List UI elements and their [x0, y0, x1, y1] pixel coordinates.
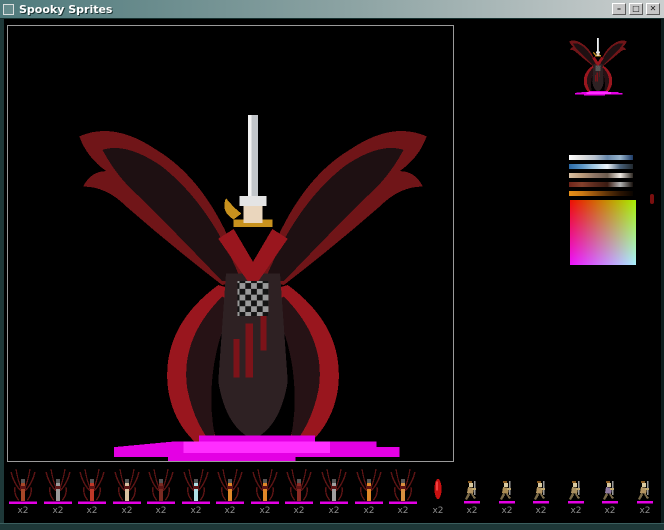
angel-mini-sprite [282, 468, 316, 506]
frame-scale-label: x2 [328, 506, 339, 518]
angel-sprite-preview [566, 34, 630, 98]
window-border-left [0, 19, 4, 530]
frame-scale-label: x2 [190, 506, 201, 518]
angel-mini-sprite [213, 468, 247, 506]
titlebar[interactable]: Spooky Sprites – □ ✕ [0, 0, 664, 19]
frame-scale-label: x2 [432, 506, 443, 518]
angel-mini-sprite [386, 468, 420, 506]
warrior-mini-sprite [530, 480, 552, 506]
frame-thumbnail-angel[interactable]: x2 [110, 466, 144, 518]
frame-thumbnail-angel[interactable]: x2 [144, 466, 178, 518]
palette-ramp-dark-reds[interactable] [569, 182, 633, 187]
angel-mini-sprite [352, 468, 386, 506]
frame-scale-label: x2 [17, 506, 28, 518]
warrior-mini-sprite [461, 480, 483, 506]
angel-mini-sprite [41, 468, 75, 506]
warrior-mini-sprite [634, 480, 656, 506]
angel-mini-sprite [6, 468, 40, 506]
warrior-mini-sprite [599, 480, 621, 506]
frame-thumbnail-angel[interactable]: x2 [248, 466, 282, 518]
window-controls: – □ ✕ [612, 3, 660, 15]
angel-mini-sprite [179, 468, 213, 506]
red-marker [650, 194, 654, 204]
close-button[interactable]: ✕ [646, 3, 660, 15]
sprite-canvas[interactable] [7, 25, 454, 462]
window-border-bottom [0, 523, 664, 530]
angel-mini-sprite [75, 468, 109, 506]
frame-thumbnail-angel[interactable]: x2 [352, 466, 386, 518]
frame-scale-label: x2 [466, 506, 477, 518]
angel-sprite-large [60, 92, 446, 462]
red-blob-sprite [431, 476, 445, 506]
palette-ramp-tans[interactable] [569, 173, 633, 178]
frame-scale-label: x2 [535, 506, 546, 518]
frame-thumbnail-warrior[interactable]: x2 [559, 466, 593, 518]
minimize-button[interactable]: – [612, 3, 626, 15]
frame-thumbnail-angel[interactable]: x2 [41, 466, 75, 518]
frame-thumbnail-warrior[interactable]: x2 [524, 466, 558, 518]
frame-thumbnail-warrior[interactable]: x2 [490, 466, 524, 518]
frame-thumbnail-angel[interactable]: x2 [317, 466, 351, 518]
color-picker-gradient[interactable] [570, 200, 636, 265]
frame-thumbnail-angel[interactable]: x2 [282, 466, 316, 518]
frame-scale-label: x2 [86, 506, 97, 518]
frame-scale-label: x2 [52, 506, 63, 518]
frame-scale-label: x2 [639, 506, 650, 518]
frame-thumbnail-warrior[interactable]: x2 [628, 466, 662, 518]
app-window: Spooky Sprites – □ ✕ [0, 0, 664, 530]
frame-thumbnail-angel[interactable]: x2 [213, 466, 247, 518]
frame-thumbnail-angel[interactable]: x2 [6, 466, 40, 518]
frame-scale-label: x2 [224, 506, 235, 518]
maximize-button[interactable]: □ [629, 3, 643, 15]
frame-scale-label: x2 [570, 506, 581, 518]
app-icon [3, 4, 14, 15]
preview-panel [566, 34, 630, 98]
frame-thumbnail-blob[interactable]: x2 [421, 466, 455, 518]
warrior-mini-sprite [496, 480, 518, 506]
palette-ramp-grays-blues[interactable] [569, 155, 633, 160]
angel-mini-sprite [248, 468, 282, 506]
frame-thumbnail-warrior[interactable]: x2 [593, 466, 627, 518]
frame-thumbnail-angel[interactable]: x2 [386, 466, 420, 518]
warrior-mini-sprite [565, 480, 587, 506]
frame-scale-label: x2 [397, 506, 408, 518]
frame-scale-label: x2 [121, 506, 132, 518]
frame-thumbnail-angel[interactable]: x2 [179, 466, 213, 518]
frame-scale-label: x2 [501, 506, 512, 518]
palette-ramp-blues[interactable] [569, 164, 633, 169]
frame-scale-label: x2 [155, 506, 166, 518]
palette-ramps [569, 155, 633, 200]
frame-scale-label: x2 [293, 506, 304, 518]
frame-scale-label: x2 [604, 506, 615, 518]
frame-thumbnail-warrior[interactable]: x2 [455, 466, 489, 518]
frame-scale-label: x2 [259, 506, 270, 518]
filmstrip: x2 x2 [0, 466, 664, 520]
frame-scale-label: x2 [363, 506, 374, 518]
angel-mini-sprite [110, 468, 144, 506]
window-title: Spooky Sprites [19, 3, 112, 16]
frame-thumbnail-angel[interactable]: x2 [75, 466, 109, 518]
angel-mini-sprite [317, 468, 351, 506]
angel-mini-sprite [144, 468, 178, 506]
palette-ramp-oranges[interactable] [569, 191, 633, 196]
